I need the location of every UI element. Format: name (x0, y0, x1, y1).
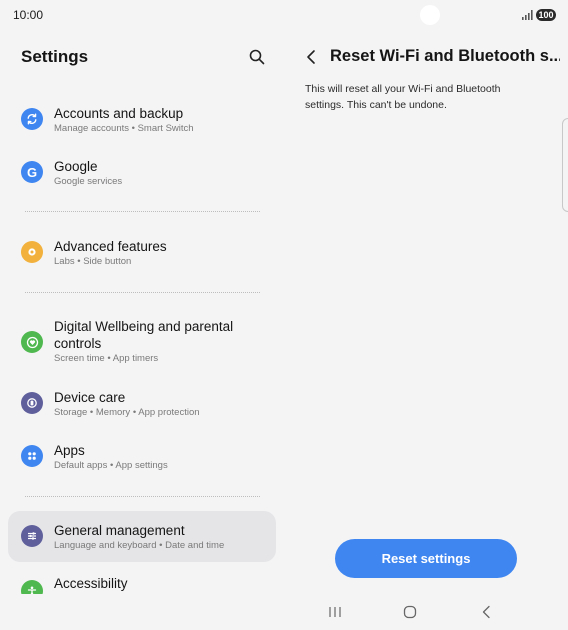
settings-item-advanced-features[interactable]: Advanced features Labs • Side button (8, 231, 276, 275)
google-g-icon: G (21, 161, 43, 183)
accessibility-icon (21, 580, 43, 594)
item-title: Accessibility (54, 576, 128, 591)
edge-panel-handle[interactable] (562, 118, 568, 212)
item-subtitle: Labs • Side button (54, 256, 132, 267)
sync-icon (21, 108, 43, 130)
item-subtitle: Storage • Memory • App protection (54, 407, 200, 418)
chevron-left-icon (307, 50, 315, 64)
screen: 10:00 100 Settings Accounts and backup M… (0, 0, 568, 630)
settings-item-general-management[interactable]: General management Language and keyboard… (8, 511, 276, 562)
item-subtitle: Screen time • App timers (54, 353, 159, 364)
item-title: General management (54, 523, 185, 538)
section-divider (25, 211, 260, 212)
item-title: Apps (54, 443, 85, 458)
section-divider (25, 496, 260, 497)
item-subtitle: Language and keyboard • Date and time (54, 540, 225, 551)
settings-title: Settings (21, 47, 89, 66)
gear-plus-icon (21, 241, 43, 263)
settings-item-accessibility[interactable]: Accessibility (8, 570, 276, 594)
item-title: Accounts and backup (54, 106, 184, 121)
search-button[interactable] (244, 44, 270, 70)
recent-apps-button[interactable] (324, 601, 346, 623)
status-time: 10:00 (13, 8, 44, 22)
sliders-icon (21, 525, 43, 547)
item-title: Digital Wellbeing and parental controls (54, 319, 234, 351)
home-icon (403, 605, 417, 619)
search-icon (249, 49, 265, 65)
item-subtitle: Manage accounts • Smart Switch (54, 123, 194, 134)
nav-back-button[interactable] (475, 601, 497, 623)
back-arrow-icon (482, 605, 490, 619)
signal-icon (522, 10, 533, 20)
heart-ring-icon (21, 331, 43, 353)
item-title: Advanced features (54, 239, 167, 254)
device-care-icon (21, 392, 43, 414)
settings-item-digital-wellbeing[interactable]: Digital Wellbeing and parental controls … (8, 312, 276, 374)
battery-icon: 100 (536, 9, 556, 21)
item-title: Google (54, 159, 98, 174)
page-title: Reset Wi-Fi and Bluetooth s... (330, 47, 560, 65)
settings-item-device-care[interactable]: Device care Storage • Memory • App prote… (8, 382, 276, 426)
home-button[interactable] (399, 601, 421, 623)
recent-apps-icon (329, 607, 341, 617)
settings-item-google[interactable]: G Google Google services (8, 151, 276, 195)
apps-grid-icon (21, 445, 43, 467)
reset-description: This will reset all your Wi-Fi and Bluet… (305, 83, 501, 111)
settings-item-apps[interactable]: Apps Default apps • App settings (8, 435, 276, 479)
item-title: Device care (54, 390, 126, 405)
section-divider (25, 292, 260, 293)
settings-item-accounts-backup[interactable]: Accounts and backup Manage accounts • Sm… (8, 98, 276, 142)
item-subtitle: Default apps • App settings (54, 460, 168, 471)
back-button[interactable] (300, 46, 322, 68)
reset-settings-button[interactable]: Reset settings (335, 539, 517, 578)
item-subtitle: Google services (54, 176, 123, 187)
camera-cutout (420, 5, 440, 25)
